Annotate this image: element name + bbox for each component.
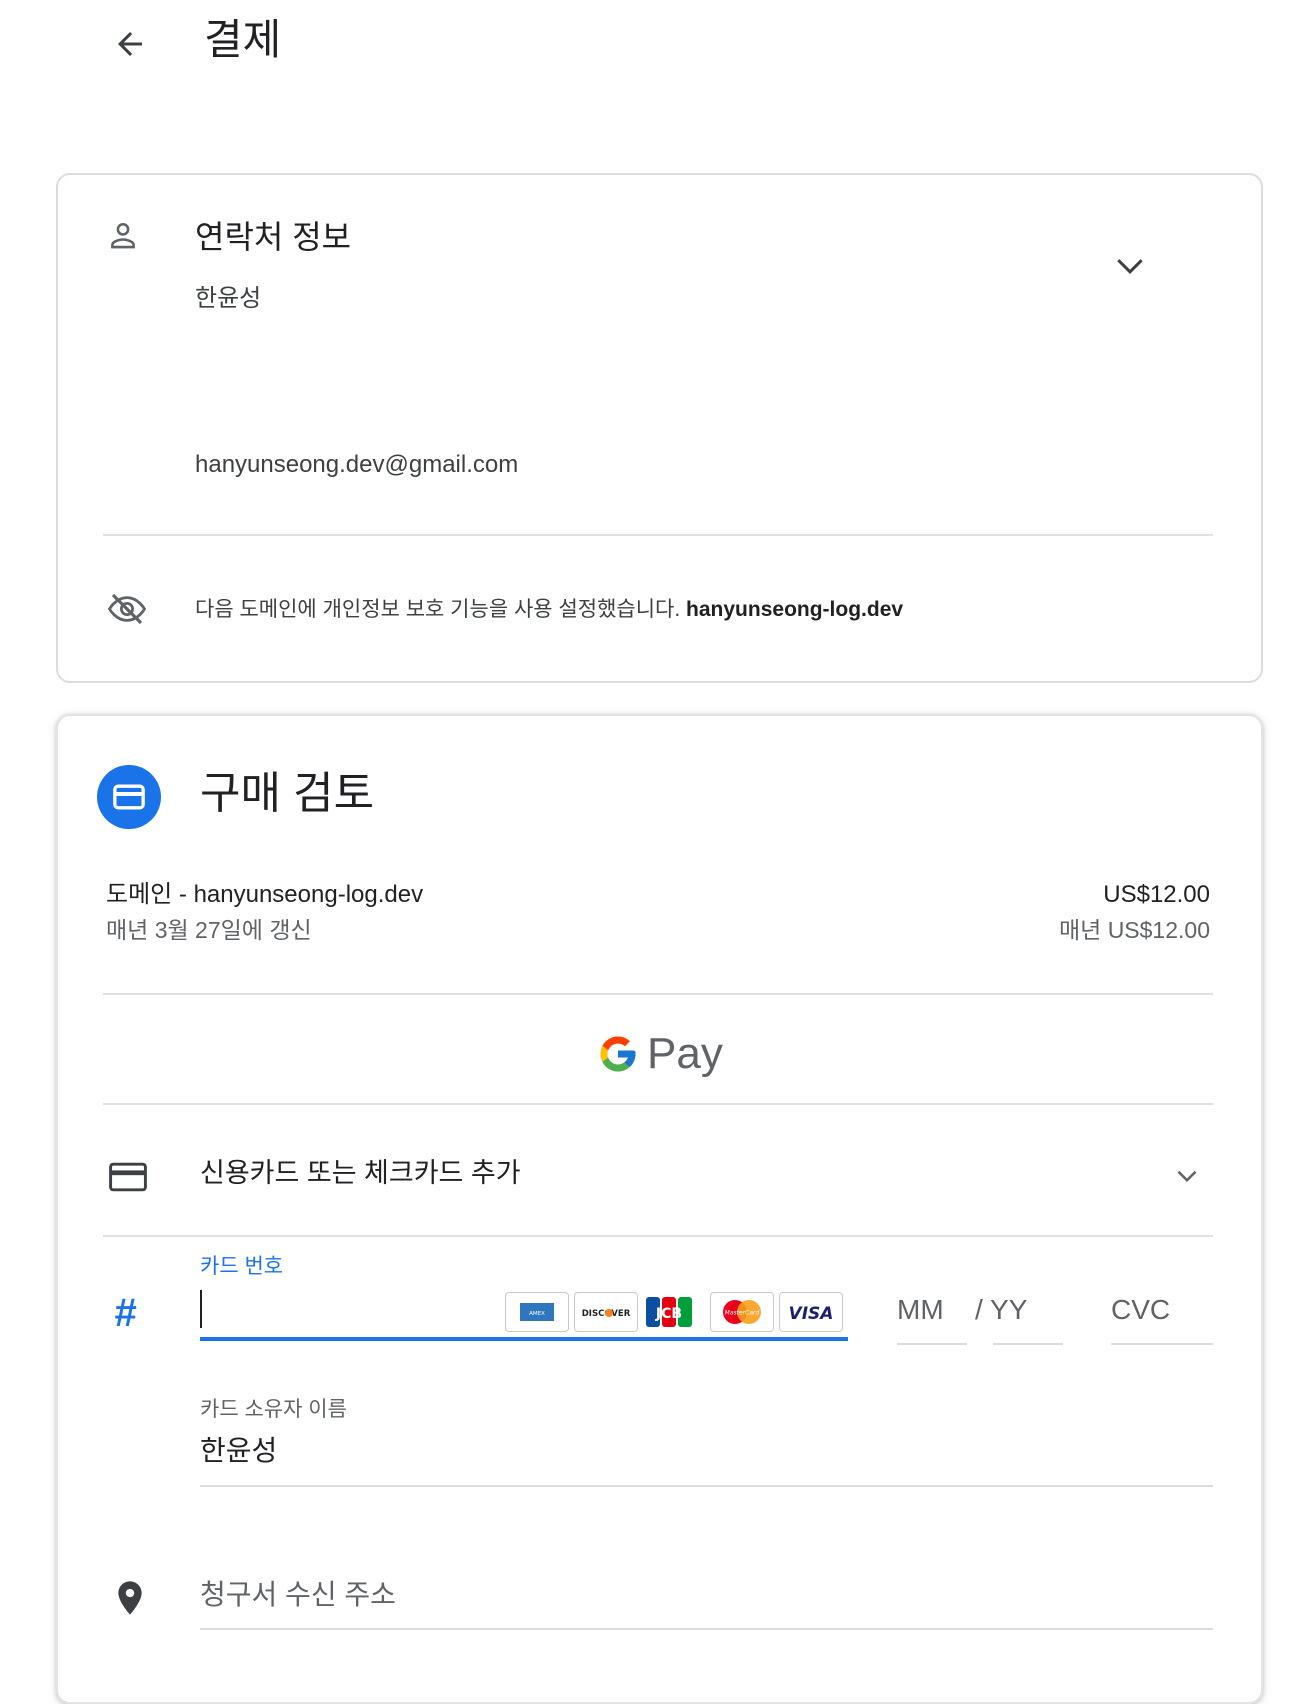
visa-logo: VISA	[779, 1292, 843, 1332]
privacy-notice-text: 다음 도메인에 개인정보 보호 기능을 사용 설정했습니다.	[195, 598, 681, 621]
expiry-month-input[interactable]: MM	[897, 1293, 967, 1339]
expiry-month-underline	[897, 1343, 967, 1345]
divider	[103, 534, 1213, 536]
contact-expand-button[interactable]	[1108, 244, 1152, 288]
divider	[103, 1235, 1213, 1237]
card-outline-icon	[106, 1155, 150, 1204]
jcb-logo: JCB	[643, 1292, 695, 1332]
item-price: US$12.00	[1103, 881, 1210, 908]
expiry-year-underline	[993, 1343, 1063, 1345]
svg-text:JCB: JCB	[655, 1306, 682, 1322]
add-card-expand-button[interactable]	[1167, 1156, 1207, 1196]
expiry-year-input[interactable]: / YY	[975, 1293, 1063, 1339]
google-g-icon	[600, 1036, 636, 1072]
privacy-notice: 다음 도메인에 개인정보 보호 기능을 사용 설정했습니다. hanyunseo…	[195, 596, 903, 624]
purchase-review-card	[56, 714, 1263, 1704]
svg-text:VISA: VISA	[789, 1304, 834, 1324]
item-name: 도메인 - hanyunseong-log.dev	[106, 881, 424, 908]
cvc-input[interactable]: CVC	[1111, 1293, 1213, 1339]
back-button[interactable]	[108, 22, 152, 66]
text-caret	[200, 1290, 202, 1328]
hash-icon: #	[114, 1291, 137, 1335]
gpay-button[interactable]: Pay	[597, 1028, 723, 1080]
billing-address-input[interactable]: 청구서 수신 주소	[200, 1578, 1213, 1622]
privacy-domain: hanyunseong-log.dev	[686, 598, 904, 621]
discover-logo: DISCOVER	[574, 1292, 638, 1332]
cvc-underline	[1111, 1343, 1213, 1345]
item-price-yearly: 매년 US$12.00	[1058, 917, 1210, 943]
location-pin-icon	[110, 1576, 150, 1625]
contact-info-title: 연락처 정보	[195, 219, 352, 255]
chevron-down-icon	[1177, 1170, 1197, 1183]
gpay-label: Pay	[647, 1029, 723, 1078]
add-card-label: 신용카드 또는 체크카드 추가	[200, 1158, 521, 1188]
page-title: 결제	[204, 16, 282, 63]
card-number-label: 카드 번호	[200, 1255, 284, 1278]
svg-text:AMEX: AMEX	[529, 1311, 545, 1317]
credit-card-icon	[97, 765, 161, 829]
billing-address-underline	[200, 1628, 1213, 1630]
amex-logo: AMEX	[505, 1292, 569, 1332]
svg-text:MasterCard: MasterCard	[725, 1310, 760, 1317]
item-renewal: 매년 3월 27일에 갱신	[106, 917, 312, 943]
divider	[103, 1103, 1213, 1105]
cardholder-label: 카드 소유자 이름	[200, 1398, 347, 1421]
contact-email: hanyunseong.dev@gmail.com	[195, 451, 519, 478]
mastercard-logo: MasterCard	[710, 1292, 774, 1332]
arrow-left-icon	[118, 32, 142, 56]
eye-off-icon	[106, 588, 148, 635]
card-number-input[interactable]	[200, 1286, 490, 1332]
person-icon	[106, 218, 140, 257]
cardholder-underline	[200, 1485, 1213, 1487]
card-number-underline	[200, 1337, 848, 1341]
chevron-down-icon	[1117, 259, 1143, 274]
purchase-review-title: 구매 검토	[200, 769, 375, 818]
divider	[103, 993, 1213, 995]
contact-name: 한윤성	[195, 285, 262, 312]
cardholder-input[interactable]: 한윤성	[200, 1434, 1213, 1480]
